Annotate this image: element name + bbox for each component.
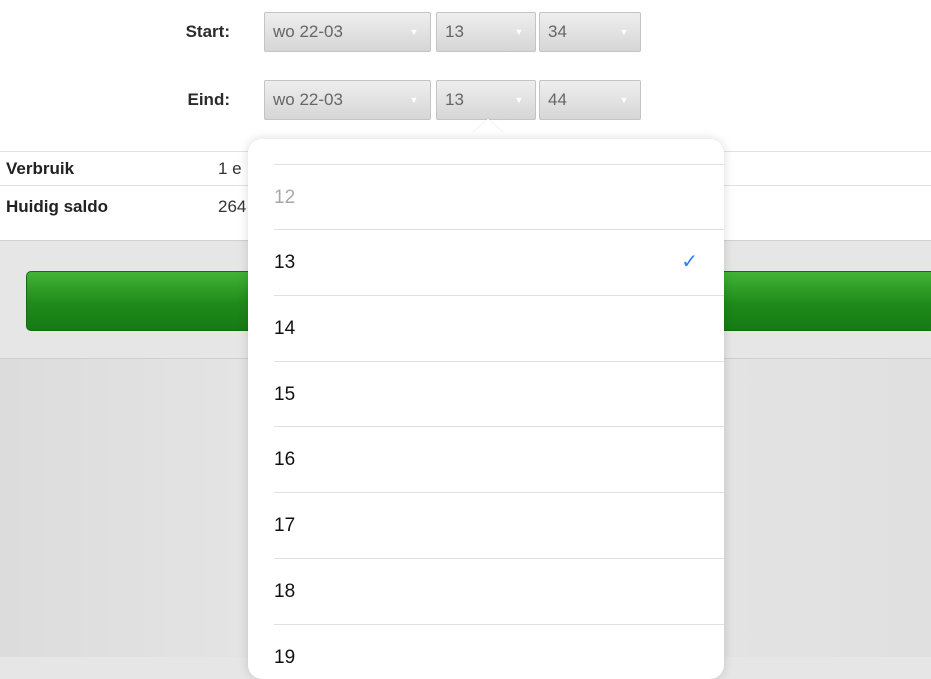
end-date-select[interactable]: wo 22-03 ▼ <box>264 80 431 120</box>
start-hour-value: 13 <box>445 22 464 41</box>
hour-picker-popover: 12 13 ✓ 14 15 16 17 18 19 <box>248 139 724 679</box>
hour-option-16[interactable]: 16 <box>274 426 724 491</box>
start-date-select[interactable]: wo 22-03 ▼ <box>264 12 431 52</box>
dropdown-arrow-icon: ▼ <box>409 27 419 37</box>
end-minute-value: 44 <box>548 90 567 109</box>
dropdown-arrow-icon: ▼ <box>619 27 629 37</box>
dropdown-arrow-icon: ▼ <box>514 95 524 105</box>
hour-option-18[interactable]: 18 <box>274 558 724 623</box>
hour-option-19[interactable]: 19 <box>274 624 724 679</box>
hour-option-label: 12 <box>274 187 296 208</box>
start-minute-value: 34 <box>548 22 567 41</box>
usage-value: 1 e <box>218 159 242 178</box>
end-hour-select[interactable]: 13 ▼ <box>436 80 536 120</box>
hour-option-label: 13 <box>274 252 296 273</box>
dropdown-arrow-icon: ▼ <box>514 27 524 37</box>
hour-option-14[interactable]: 14 <box>274 295 724 360</box>
hour-option-15[interactable]: 15 <box>274 361 724 426</box>
balance-label: Huidig saldo <box>6 197 108 216</box>
hour-option-12[interactable]: 12 <box>274 164 724 229</box>
start-label: Start: <box>185 22 230 41</box>
dropdown-arrow-icon: ▼ <box>619 95 629 105</box>
start-hour-select[interactable]: 13 ▼ <box>436 12 536 52</box>
start-minute-select[interactable]: 34 ▼ <box>539 12 641 52</box>
hour-option-label: 19 <box>274 647 296 668</box>
hour-option-label: 18 <box>274 581 296 602</box>
dropdown-arrow-icon: ▼ <box>409 95 419 105</box>
hour-option-label: 17 <box>274 515 296 536</box>
usage-label: Verbruik <box>6 159 75 178</box>
hour-option-label: 14 <box>274 318 296 339</box>
end-date-value: wo 22-03 <box>273 90 343 109</box>
end-label: Eind: <box>187 90 231 109</box>
end-minute-select[interactable]: 44 ▼ <box>539 80 641 120</box>
end-hour-value: 13 <box>445 90 464 109</box>
hour-option-label: 16 <box>274 449 296 470</box>
hour-option-13[interactable]: 13 ✓ <box>274 229 724 294</box>
start-date-value: wo 22-03 <box>273 22 343 41</box>
balance-value: 264 <box>218 197 247 216</box>
hour-option-label: 15 <box>274 384 296 405</box>
checkmark-icon: ✓ <box>681 251 698 273</box>
hour-option-17[interactable]: 17 <box>274 492 724 557</box>
